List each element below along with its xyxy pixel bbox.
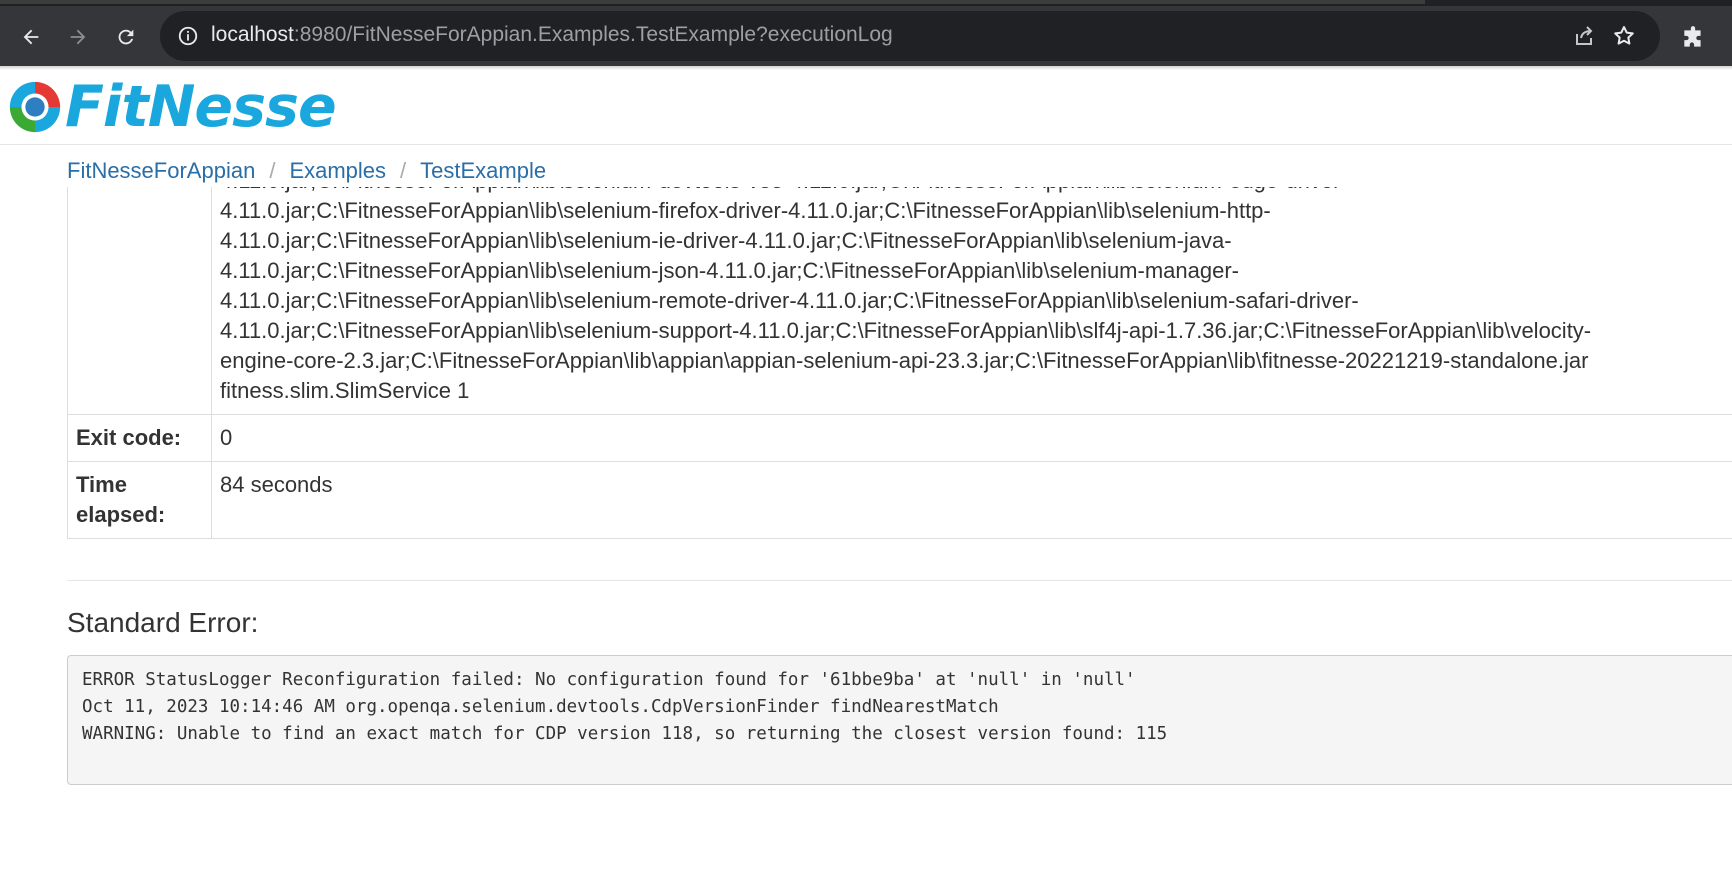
command-line: engine-core-2.3.jar;C:\FitnesseForAppian…: [220, 348, 1589, 373]
command-line: fitness.slim.SlimService 1: [220, 378, 470, 403]
breadcrumb-separator: /: [400, 158, 407, 183]
breadcrumb-item-testexample[interactable]: TestExample: [420, 158, 546, 183]
back-button[interactable]: [14, 20, 48, 54]
url-text[interactable]: localhost:8980/FitNesseForAppian.Example…: [211, 23, 893, 47]
command-line: 4.11.0.jar;C:\FitnesseForAppian\lib\sele…: [220, 318, 1592, 343]
info-icon[interactable]: [177, 25, 199, 47]
back-arrow-icon: [23, 29, 39, 45]
forward-arrow-icon: [70, 29, 86, 45]
command-line: 4.11.0.jar;C:\FitnesseForAppian\lib\sele…: [220, 288, 1359, 313]
bookmark-star-icon[interactable]: [1612, 24, 1636, 48]
time-label-line1: Time: [76, 472, 127, 497]
fitnesse-logo-icon[interactable]: [6, 78, 64, 136]
breadcrumb-separator: /: [269, 158, 276, 183]
time-elapsed-row: Time elapsed: 84 seconds: [67, 461, 1732, 539]
fitnesse-logo-text[interactable]: FitNesse: [65, 72, 337, 142]
extensions-puzzle-icon[interactable]: [1680, 25, 1706, 51]
breadcrumb: FitNesseForAppian / Examples / TestExample: [67, 158, 546, 184]
command-value-cell: 4.11.0.jar;C:\FitnesseForAppian\lib\sele…: [211, 187, 1732, 415]
tab-strip-bar: [0, 0, 1425, 4]
page-header: FitNesse: [0, 70, 1732, 145]
standard-error-heading: Standard Error:: [67, 607, 259, 638]
execution-log-table: 4.11.0.jar;C:\FitnesseForAppian\lib\sele…: [67, 187, 1732, 539]
command-row: 4.11.0.jar;C:\FitnesseForAppian\lib\sele…: [67, 187, 1732, 415]
address-bar[interactable]: localhost:8980/FitNesseForAppian.Example…: [160, 11, 1660, 61]
section-divider: [67, 580, 1732, 581]
breadcrumb-item-fitnesseforappian[interactable]: FitNesseForAppian: [67, 158, 255, 183]
share-icon[interactable]: [1572, 24, 1596, 48]
command-label-cell: [67, 187, 212, 415]
execution-log-content: 4.11.0.jar;C:\FitnesseForAppian\lib\sele…: [67, 187, 1732, 886]
stderr-line: Oct 11, 2023 10:14:46 AM org.openqa.sele…: [82, 697, 999, 717]
exit-code-label: Exit code:: [67, 414, 212, 462]
time-elapsed-value: 84 seconds: [211, 461, 1732, 539]
time-label-line2: elapsed:: [76, 502, 166, 527]
breadcrumb-item-examples[interactable]: Examples: [289, 158, 386, 183]
exit-code-value: 0: [211, 414, 1732, 462]
standard-error-output: ERROR StatusLogger Reconfiguration faile…: [67, 655, 1732, 785]
time-elapsed-label: Time elapsed:: [67, 461, 212, 539]
forward-button[interactable]: [61, 20, 95, 54]
command-line: 4.11.0.jar;C:\FitnesseForAppian\lib\sele…: [220, 187, 1732, 196]
browser-toolbar: localhost:8980/FitNesseForAppian.Example…: [0, 6, 1732, 66]
reload-button[interactable]: [109, 20, 143, 54]
stderr-line: ERROR StatusLogger Reconfiguration faile…: [82, 670, 1136, 690]
stderr-line: WARNING: Unable to find an exact match f…: [82, 724, 1168, 744]
command-line: 4.11.0.jar;C:\FitnesseForAppian\lib\sele…: [220, 258, 1239, 283]
command-line: 4.11.0.jar;C:\FitnesseForAppian\lib\sele…: [220, 198, 1271, 223]
url-path: :8980/FitNesseForAppian.Examples.TestExa…: [293, 23, 893, 46]
url-host: localhost: [211, 23, 294, 46]
reload-icon: [118, 29, 134, 45]
command-line: 4.11.0.jar;C:\FitnesseForAppian\lib\sele…: [220, 228, 1232, 253]
exit-code-row: Exit code: 0: [67, 414, 1732, 462]
